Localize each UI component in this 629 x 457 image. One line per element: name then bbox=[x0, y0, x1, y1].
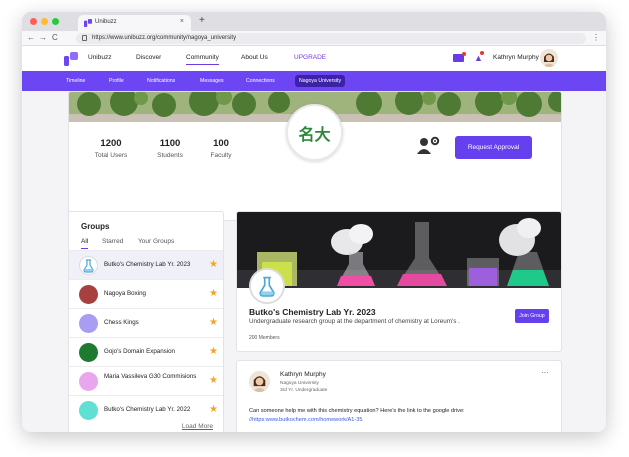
tab-bar: Unibuzz × + bbox=[22, 12, 606, 31]
mail-badge bbox=[462, 52, 466, 56]
url-field[interactable]: https://www.unibuzz.org/community/nagoya… bbox=[76, 33, 586, 44]
nav-community[interactable]: Community bbox=[186, 54, 219, 65]
minimize-window-dot[interactable] bbox=[41, 18, 48, 25]
stat-label: Faculty bbox=[210, 152, 232, 159]
groups-panel: Groups All Starred Your Groups Butko's C… bbox=[68, 211, 224, 432]
star-icon[interactable]: ★ bbox=[209, 317, 218, 328]
tab-title: Unibuzz bbox=[95, 19, 117, 25]
group-list-item[interactable]: Chess Kings ★ bbox=[69, 308, 223, 337]
groups-title: Groups bbox=[81, 222, 110, 231]
group-name: Gojo's Domain Expansion bbox=[104, 348, 175, 355]
flask-icon bbox=[79, 256, 98, 275]
back-icon[interactable]: ← bbox=[27, 33, 35, 42]
groups-tab-all[interactable]: All bbox=[81, 238, 89, 249]
new-tab-icon[interactable]: + bbox=[199, 15, 205, 26]
browser-window: Unibuzz × + ← → C https://www.unibuzz.or… bbox=[22, 12, 606, 432]
nav-discover[interactable]: Discover bbox=[136, 54, 161, 61]
reload-icon[interactable]: C bbox=[52, 33, 58, 42]
bell-badge bbox=[480, 51, 484, 55]
address-bar: ← → C https://www.unibuzz.org/community/… bbox=[22, 31, 606, 46]
join-group-button[interactable]: Join Group bbox=[515, 309, 549, 323]
group-list-item[interactable]: Butko's Chemistry Lab Yr. 2023 ★ bbox=[69, 250, 223, 279]
group-name: Butko's Chemistry Lab Yr. 2023 bbox=[104, 261, 191, 268]
star-icon[interactable]: ★ bbox=[209, 259, 218, 270]
forward-icon[interactable]: → bbox=[39, 33, 47, 42]
nav-about-us[interactable]: About Us bbox=[241, 54, 268, 61]
star-icon[interactable]: ★ bbox=[209, 288, 218, 299]
subnav-connections[interactable]: Connections bbox=[246, 78, 275, 84]
group-list-item[interactable]: Maria Vassileva G30 Commisions ★ bbox=[69, 366, 223, 395]
sub-navbar: Timeline Profile Notifications Messages … bbox=[22, 71, 606, 91]
post-card: Kathryn Murphy Nagoya University 3rd Yr.… bbox=[236, 360, 562, 432]
brand-name[interactable]: Unibuzz bbox=[88, 54, 111, 61]
star-icon[interactable]: ★ bbox=[209, 346, 218, 357]
post-author-name[interactable]: Kathryn Murphy bbox=[280, 371, 326, 378]
group-card-title: Butko's Chemistry Lab Yr. 2023 bbox=[249, 307, 376, 317]
group-name: Nagoya Boxing bbox=[104, 290, 146, 297]
close-window-dot[interactable] bbox=[30, 18, 37, 25]
lock-icon bbox=[82, 35, 87, 41]
subnav-nagoya-university[interactable]: Nagoya University bbox=[295, 75, 346, 87]
request-approval-button[interactable]: Request Approval bbox=[455, 136, 532, 159]
post-author-year: 3rd Yr. Undergraduate bbox=[280, 388, 328, 393]
subnav-timeline[interactable]: Timeline bbox=[66, 78, 85, 84]
group-list-item[interactable]: Gojo's Domain Expansion ★ bbox=[69, 337, 223, 366]
close-tab-icon[interactable]: × bbox=[180, 18, 184, 25]
nav-upgrade[interactable]: UPGRADE bbox=[294, 54, 326, 61]
group-avatar bbox=[79, 314, 98, 333]
browser-menu-icon[interactable]: ⋮ bbox=[592, 33, 600, 42]
star-icon[interactable]: ★ bbox=[209, 375, 218, 386]
user-avatar[interactable] bbox=[540, 49, 558, 67]
subnav-messages[interactable]: Messages bbox=[200, 78, 224, 84]
post-author-avatar[interactable] bbox=[249, 371, 270, 392]
user-name[interactable]: Kathryn Murphy bbox=[493, 54, 539, 61]
groups-tab-starred[interactable]: Starred bbox=[102, 238, 123, 245]
group-name: Maria Vassileva G30 Commisions bbox=[104, 373, 197, 380]
group-avatar bbox=[79, 401, 98, 420]
top-navbar: Unibuzz Discover Community About Us UPGR… bbox=[22, 46, 606, 71]
chemistry-banner-image bbox=[237, 212, 561, 288]
group-card: Butko's Chemistry Lab Yr. 2023 Undergrad… bbox=[236, 211, 562, 352]
maximize-window-dot[interactable] bbox=[52, 18, 59, 25]
group-name: Chess Kings bbox=[104, 319, 139, 326]
subnav-notifications[interactable]: Notifications bbox=[147, 78, 175, 84]
group-card-description: Undergraduate research group at the depa… bbox=[249, 318, 460, 325]
stat-value: 100 bbox=[213, 138, 229, 149]
unibuzz-favicon bbox=[84, 19, 92, 27]
stat-faculty: 100 Faculty bbox=[191, 138, 251, 159]
stat-label: Total Users bbox=[94, 152, 128, 159]
community-header-card: 名大 1200 Total Users 1100 Students 100 Fa… bbox=[68, 91, 562, 221]
user-settings-icon[interactable] bbox=[417, 136, 441, 154]
nagoya-university-emblem: 名大 bbox=[286, 104, 343, 161]
subnav-profile[interactable]: Profile bbox=[109, 78, 124, 84]
group-card-members: 200 Members bbox=[249, 335, 280, 341]
post-link[interactable]: //https:www.butkochem.com/homework/A1-35 bbox=[249, 417, 362, 423]
stat-value: 1200 bbox=[100, 138, 122, 149]
group-avatar bbox=[79, 372, 98, 391]
group-avatar bbox=[79, 343, 98, 362]
groups-tab-your-groups[interactable]: Your Groups bbox=[138, 238, 174, 245]
group-flask-icon bbox=[249, 268, 285, 304]
star-icon[interactable]: ★ bbox=[209, 404, 218, 415]
group-name: Butko's Chemistry Lab Yr. 2022 bbox=[104, 406, 191, 413]
post-author-university: Nagoya University bbox=[280, 381, 319, 386]
group-list-item[interactable]: Nagoya Boxing ★ bbox=[69, 279, 223, 308]
page-content: Unibuzz Discover Community About Us UPGR… bbox=[22, 46, 606, 432]
post-text: Can someone help me with this chemistry … bbox=[249, 408, 465, 414]
stat-total-users: 1200 Total Users bbox=[81, 138, 141, 159]
browser-tab[interactable]: Unibuzz × bbox=[78, 15, 191, 31]
group-avatar bbox=[79, 285, 98, 304]
emblem-text: 名大 bbox=[298, 124, 331, 144]
load-more-link[interactable]: Load More bbox=[182, 423, 213, 430]
unibuzz-logo-icon[interactable] bbox=[64, 52, 78, 66]
url-text: https://www.unibuzz.org/community/nagoya… bbox=[92, 35, 237, 41]
more-options-icon[interactable]: ··· bbox=[541, 368, 549, 377]
group-list-item[interactable]: Butko's Chemistry Lab Yr. 2022 ★ bbox=[69, 395, 223, 424]
